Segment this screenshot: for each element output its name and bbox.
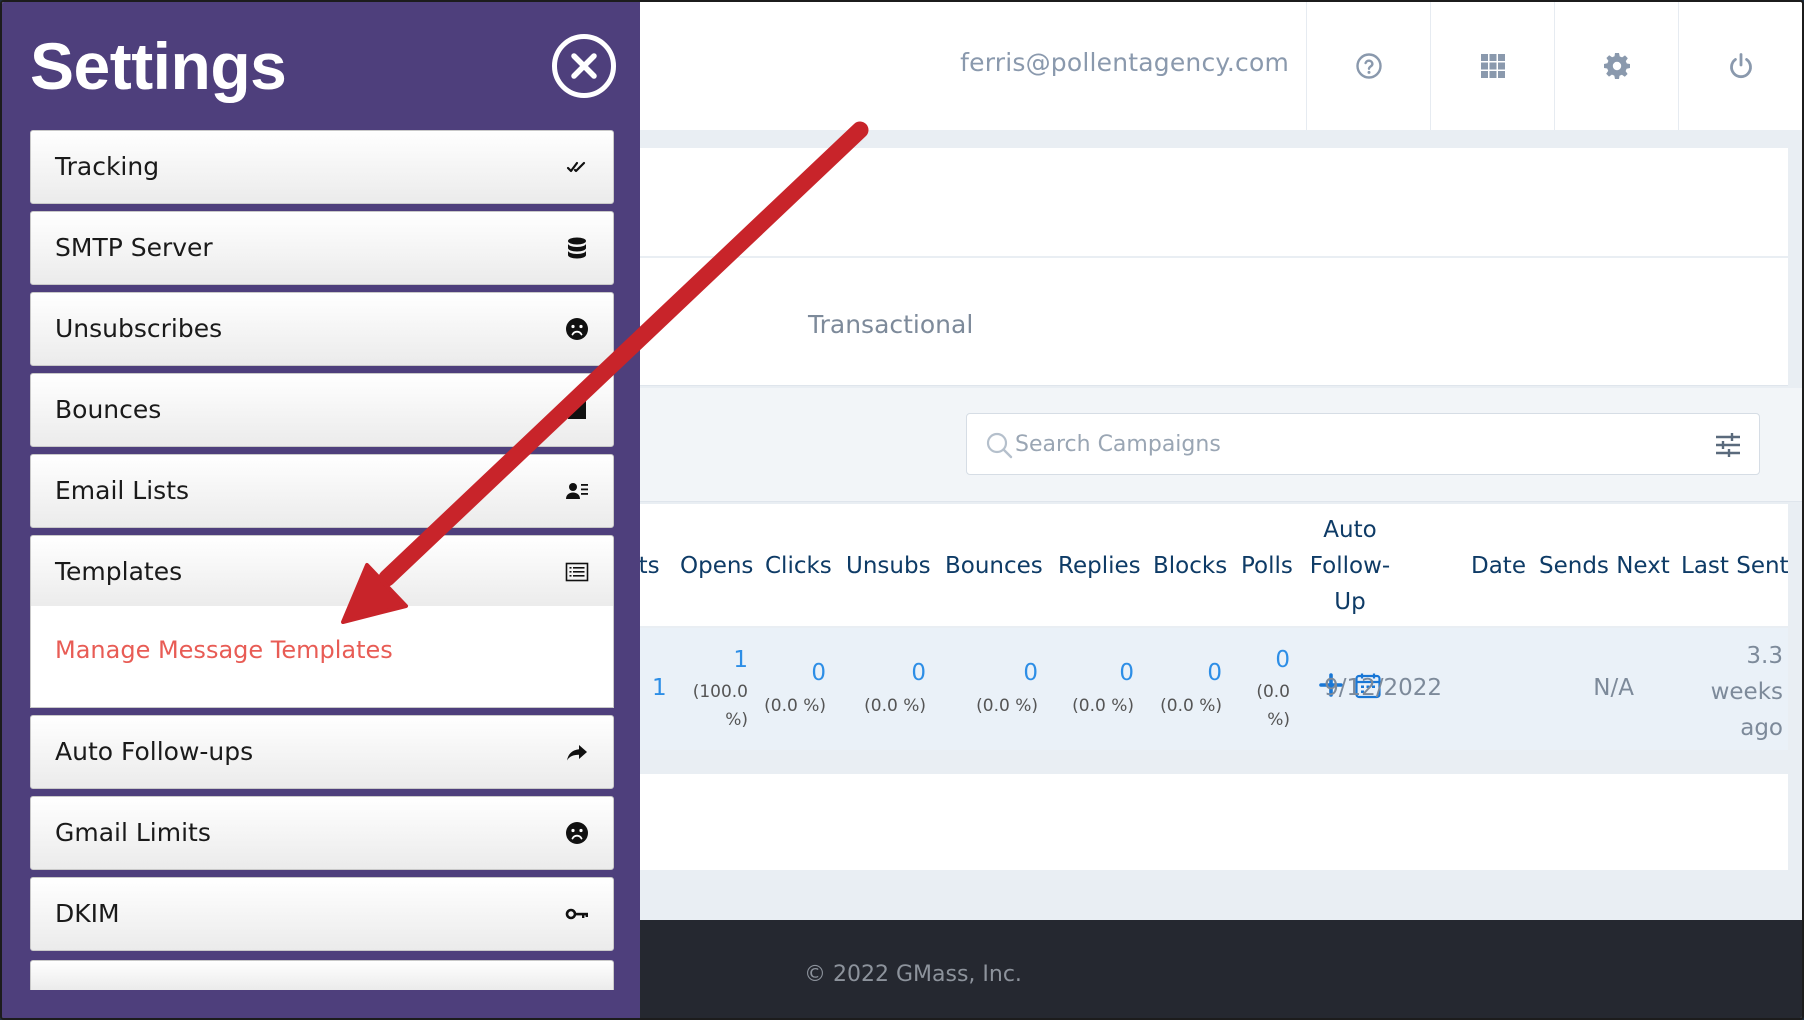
settings-title: Settings <box>30 29 287 103</box>
opens-pct-line2: %) <box>725 710 748 730</box>
settings-item-label: DKIM <box>55 899 120 928</box>
templates-submenu: Manage Message Templates <box>30 606 614 708</box>
opens-pct-line1: (100.0 <box>692 682 748 702</box>
settings-item-label: Tracking <box>55 152 160 181</box>
cell-opens-pct: (100.0%) <box>693 678 748 734</box>
th-opens[interactable]: Opens <box>680 548 753 584</box>
settings-item-email-lists[interactable]: Email Lists <box>30 454 614 528</box>
address-list-icon <box>566 483 588 499</box>
help-button[interactable] <box>1306 2 1430 130</box>
square-icon <box>568 401 586 419</box>
empty-card <box>562 774 1788 870</box>
search-box[interactable] <box>966 413 1760 475</box>
cell-clicks[interactable]: 0 <box>811 660 826 686</box>
last-sent-line2: weeks <box>1710 679 1783 705</box>
settings-item-label: Gmail Limits <box>55 818 211 847</box>
user-email[interactable]: ferris@pollentagency.com <box>960 48 1289 77</box>
cell-sends-next: N/A <box>1593 675 1634 701</box>
settings-item-auto-followups[interactable]: Auto Follow-ups <box>30 715 614 789</box>
settings-item-bounces[interactable]: Bounces <box>30 373 614 447</box>
settings-item-tracking[interactable]: Tracking <box>30 130 614 204</box>
settings-item-gmail-limits[interactable]: Gmail Limits <box>30 796 614 870</box>
polls-pct-line2: %) <box>1267 710 1290 730</box>
cell-unsubs-pct: (0.0 %) <box>864 696 926 716</box>
cell-clicks-pct: (0.0 %) <box>764 696 826 716</box>
cell-replies-pct: (0.0 %) <box>1072 696 1134 716</box>
list-alt-icon <box>565 562 589 582</box>
th-clicks[interactable]: Clicks <box>765 548 832 584</box>
help-icon <box>1355 53 1382 79</box>
settings-panel: Settings Tracking SMTP Server Unsubscrib… <box>2 2 640 1018</box>
settings-item-label: Unsubscribes <box>55 314 223 343</box>
share-icon <box>567 745 587 761</box>
settings-item-label: Auto Follow-ups <box>55 737 254 766</box>
settings-item-unsubscribes[interactable]: Unsubscribes <box>30 292 614 366</box>
cell-polls[interactable]: 0 <box>1275 647 1290 673</box>
power-icon <box>1729 53 1752 78</box>
th-date[interactable]: Date <box>1471 548 1526 584</box>
app-window: ferris@pollentagency.com s Transactional… <box>0 0 1804 1020</box>
search-input[interactable] <box>1015 414 1655 474</box>
th-auto-followup[interactable]: Auto Follow- Up <box>1306 512 1394 620</box>
settings-item-label: Templates <box>55 557 183 586</box>
th-unsubs[interactable]: Unsubs <box>846 548 931 584</box>
search-icon <box>986 432 1013 459</box>
settings-item-label: SMTP Server <box>55 233 213 262</box>
th-sends-next[interactable]: Sends Next <box>1539 548 1670 584</box>
campaign-tabs <box>562 258 1788 386</box>
th-replies[interactable]: Replies <box>1058 548 1141 584</box>
th-polls[interactable]: Polls <box>1241 548 1293 584</box>
th-bounces[interactable]: Bounces <box>945 548 1043 584</box>
manage-message-templates-link[interactable]: Manage Message Templates <box>55 636 393 664</box>
cell-bounces[interactable]: 0 <box>1023 660 1038 686</box>
cell-bounces-pct: (0.0 %) <box>976 696 1038 716</box>
gear-icon <box>1603 53 1630 79</box>
cell-last-sent: 3.3 weeks ago <box>1711 638 1783 746</box>
cell-unsubs[interactable]: 0 <box>911 660 926 686</box>
th-blocks[interactable]: Blocks <box>1153 548 1227 584</box>
polls-pct-line1: (0.0 <box>1256 682 1290 702</box>
apps-grid-icon <box>1480 54 1505 78</box>
settings-item-label: Email Lists <box>55 476 190 505</box>
frown-icon <box>566 318 588 340</box>
database-icon <box>568 237 586 259</box>
cell-opens[interactable]: 1 <box>733 647 748 673</box>
key-icon <box>565 908 588 920</box>
th-auto-followup-line2: Follow- <box>1309 553 1391 579</box>
cell-sents[interactable]: 1 <box>652 675 667 701</box>
settings-item-label: Bounces <box>55 395 162 424</box>
cell-replies[interactable]: 0 <box>1119 660 1134 686</box>
frown-icon <box>566 822 588 844</box>
th-auto-followup-line3: Up <box>1334 589 1366 615</box>
cell-blocks[interactable]: 0 <box>1207 660 1222 686</box>
logout-button[interactable] <box>1678 2 1802 130</box>
footer-copyright: © 2022 GMass, Inc. <box>804 962 1022 987</box>
cell-blocks-pct: (0.0 %) <box>1160 696 1222 716</box>
settings-button[interactable] <box>1554 2 1678 130</box>
apps-button[interactable] <box>1430 2 1554 130</box>
th-last-sent[interactable]: Last Sent <box>1681 548 1789 584</box>
last-sent-line1: 3.3 <box>1746 643 1783 669</box>
double-check-icon <box>566 161 586 173</box>
settings-item-more[interactable] <box>30 960 614 990</box>
settings-item-dkim[interactable]: DKIM <box>30 877 614 951</box>
settings-item-templates[interactable]: Templates <box>30 535 614 609</box>
filter-sliders-icon[interactable] <box>1713 430 1743 460</box>
cell-date: 9/12/2022 <box>1324 675 1442 701</box>
close-settings-button[interactable] <box>552 34 616 98</box>
tab-transactional[interactable]: Transactional <box>808 310 973 339</box>
settings-item-smtp-server[interactable]: SMTP Server <box>30 211 614 285</box>
cell-polls-pct: (0.0%) <box>1256 678 1290 734</box>
close-icon <box>571 53 597 79</box>
th-auto-followup-line1: Auto <box>1323 517 1377 543</box>
last-sent-line3: ago <box>1740 715 1783 741</box>
campaigns-card-header <box>562 148 1788 256</box>
